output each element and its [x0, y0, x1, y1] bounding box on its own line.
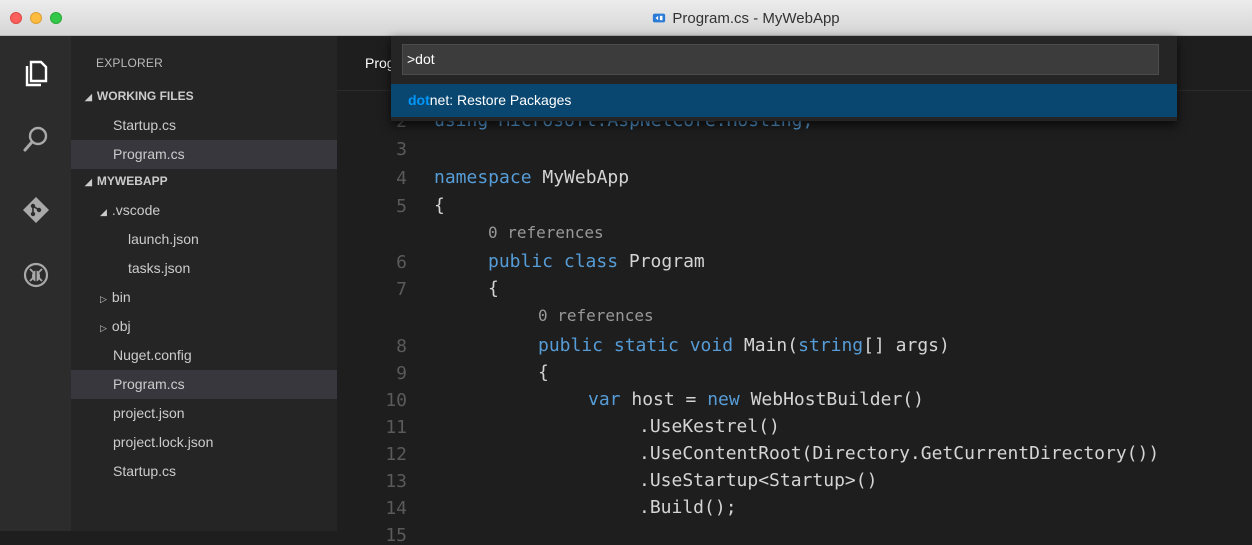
- file-item-selected[interactable]: Program.cs: [71, 370, 337, 399]
- file-item[interactable]: Startup.cs: [71, 457, 337, 486]
- code-text: [] args): [863, 335, 950, 356]
- command-palette-input[interactable]: >dot: [402, 44, 1159, 75]
- chevron-down-icon: ◢: [100, 207, 107, 217]
- file-label: Program.cs: [113, 376, 185, 392]
- working-files-header-label: WORKING FILES: [96, 89, 194, 103]
- line-number: 12: [385, 444, 407, 465]
- git-icon: [23, 197, 49, 223]
- debug-icon: [23, 262, 49, 288]
- codelens-references[interactable]: 0 references: [488, 223, 604, 242]
- line-number: 13: [385, 471, 407, 492]
- file-label: project.json: [113, 405, 185, 421]
- line-number: 3: [396, 139, 407, 160]
- code-line: .Build();: [639, 497, 737, 518]
- code-keyword: public static void: [538, 335, 734, 356]
- code-keyword: public class: [488, 251, 619, 272]
- file-label: Nuget.config: [113, 347, 192, 363]
- code-text: {: [434, 195, 445, 216]
- code-text: Program: [618, 251, 705, 272]
- code-text: .UseContentRoot(Directory.GetCurrentDire…: [639, 443, 1160, 464]
- code-line: public class Program: [488, 251, 705, 272]
- command-palette-result[interactable]: dotnet: Restore Packages: [391, 84, 1177, 117]
- file-item[interactable]: launch.json: [71, 225, 337, 254]
- file-label: Startup.cs: [113, 463, 177, 479]
- result-label: net: Restore Packages: [429, 92, 572, 108]
- folder-item-bin[interactable]: ▷ bin: [71, 283, 337, 312]
- working-file-item-selected[interactable]: Program.cs: [71, 140, 337, 169]
- chevron-down-icon: ◢: [85, 177, 92, 187]
- code-text: {: [538, 362, 549, 383]
- line-number: 8: [396, 336, 407, 357]
- file-item[interactable]: tasks.json: [71, 254, 337, 283]
- explorer-sidebar: EXPLORER ◢ WORKING FILES Startup.cs Progr…: [71, 36, 337, 531]
- file-item[interactable]: Nuget.config: [71, 341, 337, 370]
- code-line: .UseKestrel(): [639, 416, 780, 437]
- result-match-highlight: dot: [408, 92, 430, 108]
- project-folder-label: MYWEBAPP: [96, 174, 168, 188]
- code-text: host =: [620, 389, 708, 410]
- code-text: MyWebApp: [531, 167, 630, 188]
- file-label: tasks.json: [128, 260, 191, 276]
- code-line: var host = new WebHostBuilder(): [588, 389, 924, 410]
- chevron-right-icon: ▷: [100, 323, 107, 333]
- explorer-activity-button[interactable]: [19, 56, 53, 90]
- code-text: .Build();: [639, 497, 737, 518]
- search-icon: [23, 126, 48, 152]
- line-number: 15: [385, 525, 407, 545]
- code-keyword: namespace: [434, 167, 532, 188]
- title-container: Program.cs - MyWebApp: [0, 0, 1252, 36]
- line-number: 9: [396, 363, 407, 384]
- file-item[interactable]: project.json: [71, 399, 337, 428]
- code-text: .UseStartup<Startup>(): [639, 470, 878, 491]
- code-line: {: [434, 195, 445, 216]
- command-palette: >dot dotnet: Restore Packages: [391, 36, 1177, 121]
- code-text: {: [488, 278, 499, 299]
- folder-label: obj: [111, 318, 131, 334]
- working-file-label: Startup.cs: [113, 117, 177, 133]
- working-file-label: Program.cs: [113, 146, 185, 162]
- folder-label: .vscode: [111, 202, 161, 218]
- code-keyword: new: [707, 389, 740, 410]
- code-keyword: var: [588, 389, 621, 410]
- file-label: launch.json: [128, 231, 199, 247]
- working-file-item[interactable]: Startup.cs: [71, 111, 337, 140]
- file-item[interactable]: project.lock.json: [71, 428, 337, 457]
- folder-label: bin: [111, 289, 131, 305]
- debug-activity-button[interactable]: [19, 258, 53, 292]
- line-number: 10: [385, 390, 407, 411]
- explorer-title: EXPLORER: [96, 56, 163, 70]
- line-number: 4: [396, 168, 407, 189]
- working-files-header[interactable]: ◢ WORKING FILES: [71, 82, 337, 111]
- chevron-right-icon: ▷: [100, 294, 107, 304]
- line-number: 6: [396, 252, 407, 273]
- project-folder-header[interactable]: ◢ MYWEBAPP: [71, 167, 337, 196]
- code-line: namespace MyWebApp: [434, 167, 629, 188]
- code-line: {: [538, 362, 549, 383]
- file-label: project.lock.json: [113, 434, 214, 450]
- line-number: 5: [396, 196, 407, 217]
- code-line: .UseContentRoot(Directory.GetCurrentDire…: [639, 443, 1159, 464]
- code-text: .UseKestrel(): [639, 416, 780, 437]
- activity-bar: [0, 36, 71, 531]
- code-line: .UseStartup<Startup>(): [639, 470, 877, 491]
- line-number: 11: [385, 417, 407, 438]
- git-activity-button[interactable]: [19, 193, 53, 227]
- title-bar: Program.cs - MyWebApp: [0, 0, 1252, 36]
- code-text: Main(: [733, 335, 799, 356]
- code-keyword: string: [798, 335, 864, 356]
- folder-item-obj[interactable]: ▷ obj: [71, 312, 337, 341]
- files-icon: [25, 60, 48, 87]
- line-number: 14: [385, 498, 407, 519]
- folder-item-vscode[interactable]: ◢ .vscode: [71, 196, 337, 225]
- code-line: public static void Main(string[] args): [538, 335, 950, 356]
- line-number: 7: [396, 279, 407, 300]
- chevron-down-icon: ◢: [85, 92, 92, 102]
- window-title: Program.cs - MyWebApp: [672, 9, 840, 27]
- codelens-references[interactable]: 0 references: [538, 306, 654, 325]
- vscode-icon: [653, 13, 666, 23]
- code-text: WebHostBuilder(): [739, 389, 924, 410]
- search-activity-button[interactable]: [19, 122, 53, 156]
- code-line: {: [488, 278, 499, 299]
